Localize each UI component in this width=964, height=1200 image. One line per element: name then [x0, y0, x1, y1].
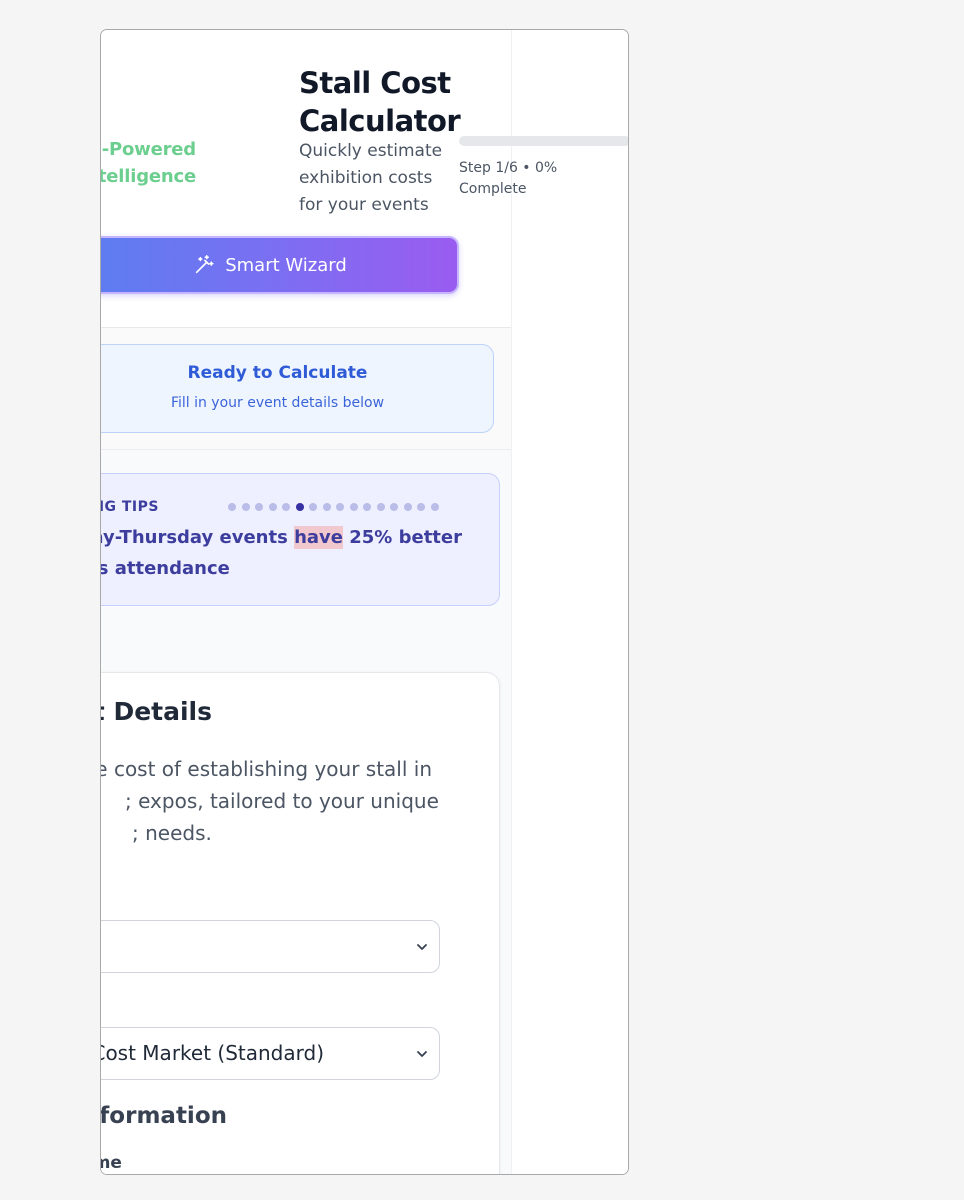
tip-dot[interactable] — [282, 503, 290, 511]
tip-dot[interactable] — [363, 503, 371, 511]
description-line-3: ; needs. — [132, 821, 212, 845]
tip-line-2: ness attendance — [101, 558, 230, 579]
tip-dot[interactable] — [417, 503, 425, 511]
event-type-select[interactable]: ) — [101, 920, 440, 973]
tip-text-before: esday-Thursday events — [101, 527, 288, 548]
details-description: the cost of establishing your stall in ;… — [101, 753, 439, 849]
header: -Powered telligence Stall Cost Calculato… — [101, 30, 511, 328]
description-line-1: the cost of establishing your stall in — [101, 757, 432, 781]
progress-bar — [459, 136, 628, 146]
tip-dot[interactable] — [228, 503, 236, 511]
page-subtitle: Quickly estimate exhibition costs for yo… — [299, 141, 443, 215]
status-section: Ready to Calculate Fill in your event de… — [101, 328, 511, 450]
status-subtitle: Fill in your event details below — [170, 395, 385, 411]
tips-label: IG TIPS — [101, 499, 159, 515]
tip-line-1: esday-Thursday events have 25% better — [101, 522, 462, 553]
tip-dot[interactable] — [255, 503, 263, 511]
tip-dot[interactable] — [403, 503, 412, 511]
smart-wizard-label: Smart Wizard — [225, 254, 347, 276]
tip-dot[interactable] — [349, 503, 358, 511]
chevron-down-icon — [417, 1051, 427, 1057]
status-card: Ready to Calculate Fill in your event de… — [101, 344, 494, 433]
tip-dot[interactable] — [295, 503, 304, 511]
tip-text: esday-Thursday events have 25% better ne… — [101, 522, 462, 584]
status-title: Ready to Calculate — [187, 363, 368, 383]
main-viewport: -Powered telligence Stall Cost Calculato… — [101, 30, 511, 1174]
tip-text-after: 25% better — [342, 527, 462, 548]
details-title: :t Details — [101, 697, 212, 726]
event-details-card: :t Details the cost of establishing your… — [101, 672, 500, 1174]
cost-level-value: m Cost Market (Standard) — [101, 1041, 324, 1065]
tip-dot[interactable] — [309, 503, 317, 511]
company-name-label: Name — [101, 1153, 122, 1173]
cost-level-select[interactable]: m Cost Market (Standard) — [101, 1027, 440, 1080]
magic-wand-icon — [196, 255, 214, 274]
tip-dot[interactable] — [390, 503, 398, 511]
tip-dot[interactable] — [336, 503, 344, 511]
tips-section: IG TIPS esday-Thursday events have 25% b… — [101, 450, 511, 1174]
tips-card: IG TIPS esday-Thursday events have 25% b… — [101, 473, 500, 606]
page-title: Stall Cost Calculator — [299, 66, 461, 138]
progress-text: Step 1/6 • 0% Complete — [459, 160, 558, 197]
smart-wizard-button[interactable]: Smart Wizard — [101, 236, 459, 294]
tip-dot[interactable] — [376, 503, 385, 511]
progress-pane — [511, 30, 628, 1174]
tip-dot[interactable] — [268, 503, 277, 511]
tip-dot[interactable] — [430, 503, 439, 511]
company-info-heading: ny Information — [101, 1103, 227, 1129]
app-window: -Powered telligence Stall Cost Calculato… — [100, 29, 629, 1175]
tip-pagination — [228, 503, 439, 511]
ai-powered-badge: -Powered telligence — [101, 139, 196, 187]
tip-dot[interactable] — [322, 503, 331, 511]
description-line-2: ; expos, tailored to your unique — [125, 789, 439, 813]
chevron-down-icon — [417, 944, 427, 950]
tip-highlight: have — [294, 526, 343, 549]
tip-dot[interactable] — [241, 503, 250, 511]
